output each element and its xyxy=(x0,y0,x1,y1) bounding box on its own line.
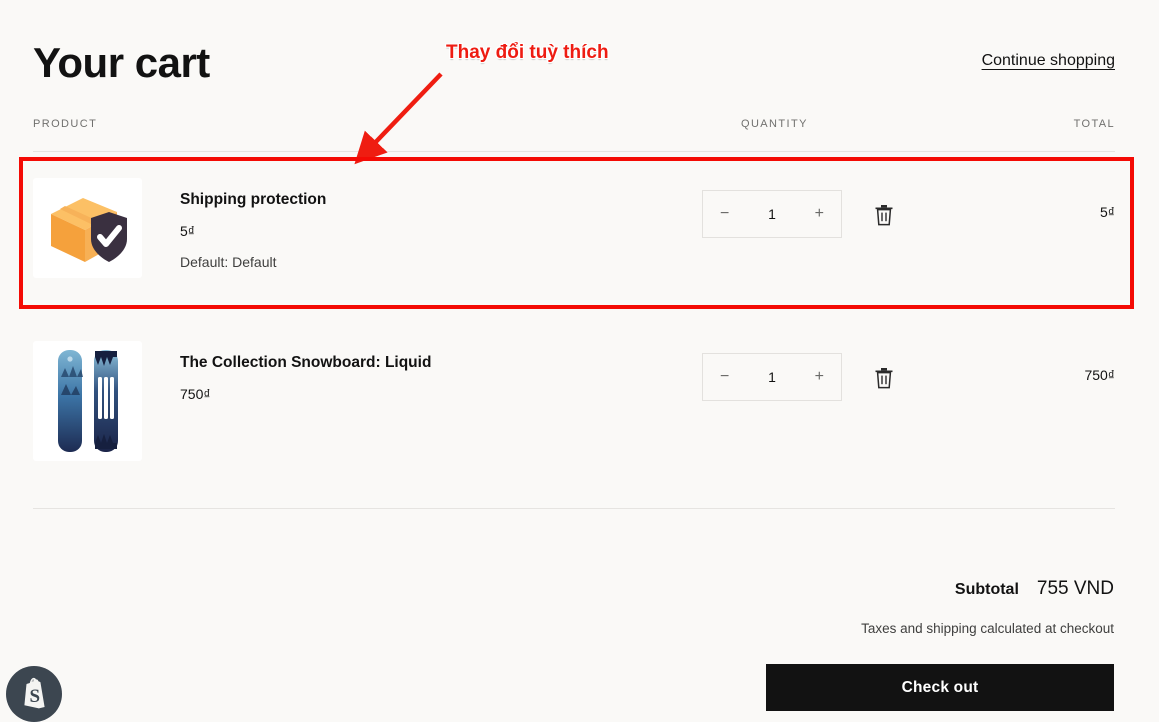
cart-column-headers: PRODUCT QUANTITY TOTAL xyxy=(33,118,1115,152)
quantity-value: 1 xyxy=(768,369,776,385)
trash-icon xyxy=(875,368,893,389)
cart-row: Shipping protection 5₫ Default: Default … xyxy=(33,178,1115,290)
continue-shopping-link[interactable]: Continue shopping xyxy=(982,52,1115,70)
tax-shipping-note: Taxes and shipping calculated at checkou… xyxy=(861,621,1114,636)
product-details: The Collection Snowboard: Liquid 750₫ xyxy=(142,341,702,403)
product-unit-price: 5₫ xyxy=(180,223,195,239)
product-variant: Default: Default xyxy=(180,254,277,270)
remove-item-button[interactable] xyxy=(874,204,894,226)
product-details: Shipping protection 5₫ Default: Default xyxy=(142,178,702,271)
cart-row: The Collection Snowboard: Liquid 750₫ − … xyxy=(33,341,1115,465)
quantity-stepper[interactable]: − 1 + xyxy=(702,190,842,238)
shopify-logo-icon: S xyxy=(24,677,45,709)
quantity-increase-button[interactable]: + xyxy=(815,369,824,385)
quantity-decrease-button[interactable]: − xyxy=(720,206,729,222)
cart-summary: Subtotal 755 VND Taxes and shipping calc… xyxy=(861,578,1114,636)
column-header-total: TOTAL xyxy=(1073,118,1115,130)
product-thumbnail-shipping-protection[interactable] xyxy=(33,178,142,278)
quantity-stepper[interactable]: − 1 + xyxy=(702,353,842,401)
quantity-decrease-button[interactable]: − xyxy=(720,369,729,385)
line-item-total: 750₫ xyxy=(1084,367,1115,383)
cart-divider xyxy=(33,508,1115,509)
product-title[interactable]: Shipping protection xyxy=(180,190,702,210)
snowboard-pair-icon xyxy=(57,350,118,452)
shopify-chat-bubble[interactable]: S xyxy=(6,666,62,722)
box-shield-icon xyxy=(50,198,127,262)
remove-item-button[interactable] xyxy=(874,367,894,389)
cart-header: Your cart Continue shopping xyxy=(33,38,1115,94)
trash-icon xyxy=(875,205,893,226)
product-unit-price: 750₫ xyxy=(180,386,211,402)
page-title: Your cart xyxy=(33,39,210,86)
svg-text:S: S xyxy=(30,686,41,707)
line-item-total: 5₫ xyxy=(1100,204,1115,220)
checkout-button[interactable]: Check out xyxy=(766,664,1114,711)
column-header-quantity: QUANTITY xyxy=(741,118,808,130)
quantity-increase-button[interactable]: + xyxy=(815,206,824,222)
subtotal-row: Subtotal 755 VND xyxy=(861,578,1114,600)
quantity-value: 1 xyxy=(768,206,776,222)
product-thumbnail-snowboard[interactable] xyxy=(33,341,142,461)
product-title[interactable]: The Collection Snowboard: Liquid xyxy=(180,353,702,373)
subtotal-label: Subtotal xyxy=(954,581,1019,598)
subtotal-value: 755 VND xyxy=(1036,578,1114,599)
column-header-product: PRODUCT xyxy=(33,118,98,130)
cart-page: Your cart Continue shopping PRODUCT QUAN… xyxy=(0,0,1159,722)
